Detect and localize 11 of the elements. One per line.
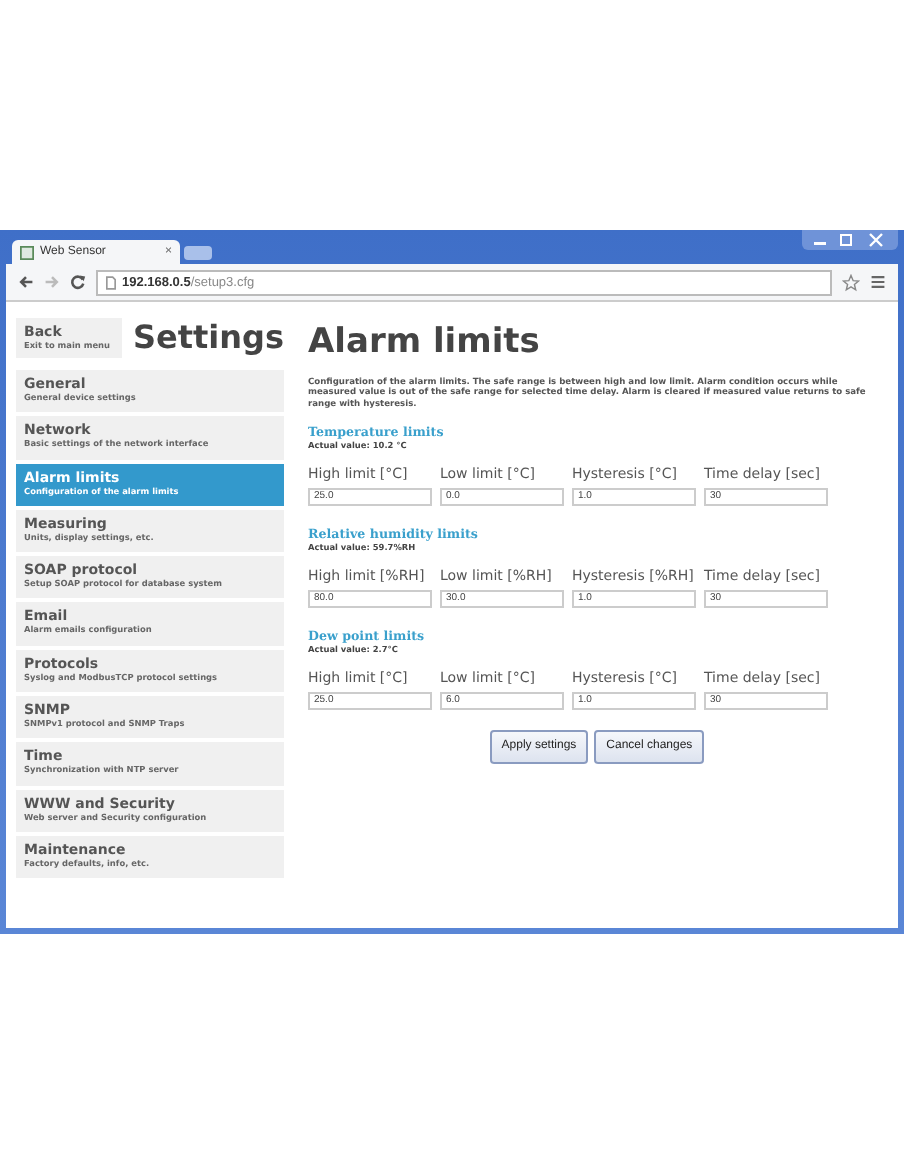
page-heading: Alarm limits [308, 322, 542, 362]
star-icon[interactable] [842, 273, 860, 291]
back-arrow-icon[interactable] [18, 274, 34, 290]
menu-icon[interactable] [870, 274, 886, 290]
sidebar-title: Settings [132, 318, 284, 356]
forward-arrow-icon[interactable] [44, 274, 60, 290]
maximize-icon[interactable] [834, 232, 858, 248]
page-icon [106, 275, 116, 289]
page-icon [20, 245, 34, 259]
reload-icon[interactable] [70, 274, 86, 290]
new-tab-button[interactable] [184, 246, 212, 260]
